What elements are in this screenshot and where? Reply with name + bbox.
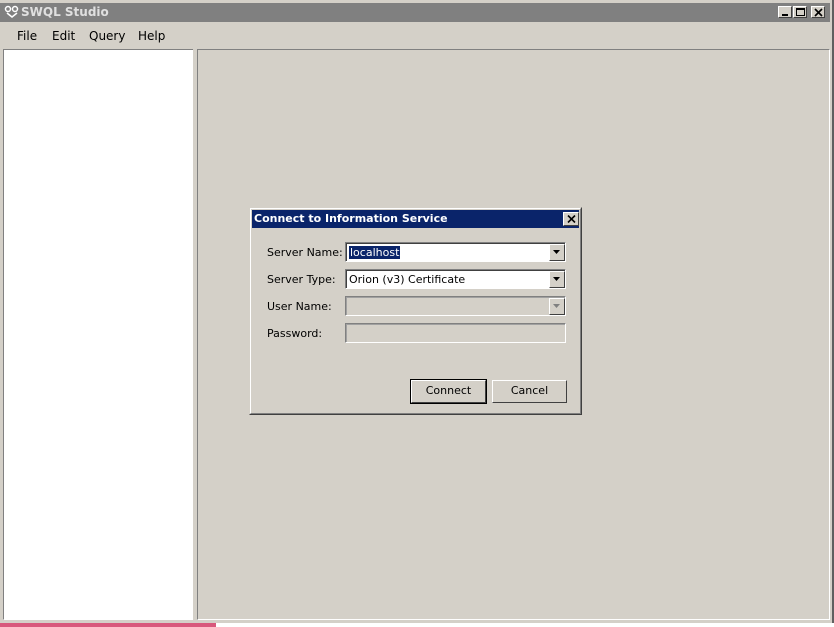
object-explorer-pane[interactable] xyxy=(3,49,194,620)
app-icon xyxy=(4,5,20,19)
minimize-icon xyxy=(782,14,788,16)
close-icon xyxy=(567,215,576,223)
desktop-wallpaper-fragment xyxy=(0,623,216,627)
server-name-label: Server Name: xyxy=(267,246,343,259)
maximize-icon xyxy=(796,8,805,16)
dropdown-arrow-icon xyxy=(553,250,560,254)
dropdown-arrow-icon xyxy=(553,277,560,281)
minimize-button[interactable] xyxy=(778,6,792,18)
password-field-inner xyxy=(346,324,565,342)
user-name-combobox xyxy=(345,296,566,316)
menu-query[interactable]: Query xyxy=(89,29,125,43)
dialog-close-button[interactable] xyxy=(563,212,579,226)
server-type-dropdown-button[interactable] xyxy=(549,271,565,288)
menu-edit[interactable]: Edit xyxy=(52,29,75,43)
window-title: SWQL Studio xyxy=(21,5,109,19)
main-window: SWQL Studio File Edit Query Help Connect… xyxy=(0,0,834,625)
close-button[interactable] xyxy=(811,6,825,18)
menu-bar: File Edit Query Help xyxy=(0,25,830,47)
dialog-frame: Connect to Information Service Server Na… xyxy=(250,208,581,414)
server-name-value[interactable]: localhost xyxy=(349,246,401,259)
dialog-title: Connect to Information Service xyxy=(254,212,448,225)
server-type-combobox[interactable]: Orion (v3) Certificate xyxy=(345,269,566,289)
connect-button[interactable]: Connect xyxy=(410,379,487,404)
menu-file[interactable]: File xyxy=(17,29,37,43)
user-name-field-inner xyxy=(346,297,565,315)
server-name-dropdown-button[interactable] xyxy=(549,244,565,261)
connect-button-label: Connect xyxy=(425,384,472,397)
password-field xyxy=(345,323,566,343)
server-type-value: Orion (v3) Certificate xyxy=(349,273,466,286)
user-name-dropdown-button xyxy=(549,298,565,315)
maximize-button[interactable] xyxy=(793,6,807,18)
server-type-field-inner: Orion (v3) Certificate xyxy=(346,270,565,288)
server-type-label: Server Type: xyxy=(267,273,336,286)
dropdown-arrow-icon xyxy=(553,304,560,308)
close-icon xyxy=(814,8,823,17)
dialog-titlebar[interactable]: Connect to Information Service xyxy=(252,210,579,228)
server-name-combobox[interactable]: localhost xyxy=(345,242,566,262)
menu-help[interactable]: Help xyxy=(138,29,165,43)
cancel-button[interactable]: Cancel xyxy=(492,380,567,403)
server-name-field-inner: localhost xyxy=(346,243,565,261)
password-label: Password: xyxy=(267,327,323,340)
window-titlebar[interactable]: SWQL Studio xyxy=(0,3,830,22)
connect-dialog: Connect to Information Service Server Na… xyxy=(249,207,582,415)
cancel-button-label: Cancel xyxy=(510,384,549,397)
user-name-label: User Name: xyxy=(267,300,332,313)
